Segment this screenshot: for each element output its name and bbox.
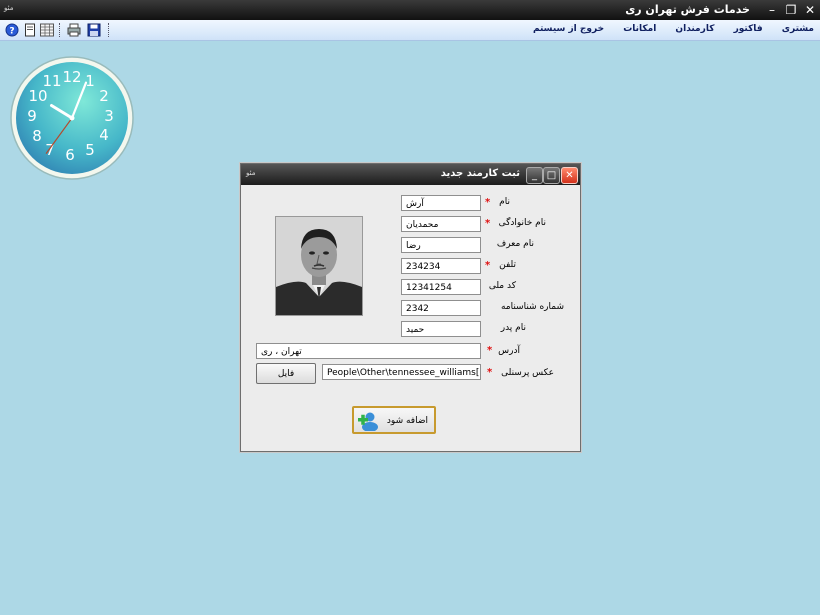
father-name-label: نام پدر xyxy=(500,323,526,333)
first-name-label: نام xyxy=(499,197,510,207)
dialog-icon: مئو xyxy=(246,169,256,177)
clock-number: 12 xyxy=(62,68,81,86)
employee-photo xyxy=(275,216,363,316)
menu-item-invoice[interactable]: فاکتور xyxy=(734,24,763,34)
new-employee-dialog: مئو ثبت کارمند جدید _ □ ✕ آرش * نام محمد… xyxy=(240,163,581,452)
restore-button[interactable]: ❐ xyxy=(783,2,799,18)
grid-icon[interactable] xyxy=(40,23,54,37)
clock-number: 9 xyxy=(27,107,37,125)
phone-input[interactable]: 234234 xyxy=(401,258,481,274)
save-icon[interactable] xyxy=(87,23,101,37)
close-button[interactable]: ✕ xyxy=(802,2,818,18)
menu-item-exit[interactable]: خروج از سیستم xyxy=(533,24,604,34)
address-label: آدرس xyxy=(498,346,520,356)
id-number-label: شماره شناسنامه xyxy=(500,302,564,312)
address-input[interactable]: تهران ، ری xyxy=(256,343,481,359)
document-icon[interactable] xyxy=(23,23,37,37)
photo-label: عکس پرسنلی xyxy=(501,368,554,378)
photo-path-input[interactable]: People\Other\tennessee_williams[1].jpg xyxy=(322,364,481,380)
clock-number: 3 xyxy=(104,107,114,125)
referrer-label: نام معرف xyxy=(496,239,534,249)
portrait-image xyxy=(276,217,362,315)
dialog-title: ثبت کارمند جدید xyxy=(440,168,520,179)
required-marker: * xyxy=(487,367,493,378)
menu-toolbar: ? مشتری فاکتور کارمندان امکانات خروج از … xyxy=(0,20,820,41)
analog-clock: 12 1 2 3 4 5 6 7 8 9 10 11 xyxy=(10,56,134,180)
dialog-title-bar: مئو ثبت کارمند جدید _ □ ✕ xyxy=(241,164,580,185)
browse-file-button[interactable]: فایل xyxy=(256,363,316,384)
clock-number: 8 xyxy=(32,127,42,145)
clock-number: 1 xyxy=(85,72,95,90)
help-icon[interactable]: ? xyxy=(5,23,19,37)
add-employee-button[interactable]: اضافه شود xyxy=(352,406,436,434)
menu-item-customer[interactable]: مشتری xyxy=(782,24,814,34)
last-name-label: نام خانوادگی xyxy=(498,218,546,228)
father-name-input[interactable]: حمید xyxy=(401,321,481,337)
app-title: خدمات فرش تهران ری xyxy=(625,3,750,16)
dialog-minimize-button[interactable]: _ xyxy=(526,167,543,184)
last-name-input[interactable]: محمدیان xyxy=(401,216,481,232)
add-employee-label: اضافه شود xyxy=(386,416,428,426)
required-marker: * xyxy=(485,197,491,208)
dialog-close-button[interactable]: ✕ xyxy=(561,167,578,184)
clock-number: 5 xyxy=(85,141,95,159)
dialog-maximize-button[interactable]: □ xyxy=(543,167,560,184)
clock-number: 2 xyxy=(99,87,109,105)
national-code-label: کد ملی xyxy=(488,281,516,291)
menu-items: مشتری فاکتور کارمندان امکانات خروج از سی… xyxy=(517,24,814,34)
id-number-input[interactable]: 2342 xyxy=(401,300,481,316)
menu-item-employees[interactable]: کارمندان xyxy=(675,24,714,34)
clock-number: 11 xyxy=(42,72,61,90)
clock-number: 4 xyxy=(99,126,109,144)
app-title-bar: مئو خدمات فرش تهران ری – ❐ ✕ xyxy=(0,0,820,20)
required-marker: * xyxy=(485,260,491,271)
clock-center xyxy=(69,115,75,121)
referrer-input[interactable]: رضا xyxy=(401,237,481,253)
minimize-button[interactable]: – xyxy=(764,2,780,18)
national-code-input[interactable]: 12341254 xyxy=(401,279,481,295)
required-marker: * xyxy=(485,218,491,229)
toolbar-separator xyxy=(59,23,60,37)
toolbar-separator xyxy=(108,23,109,37)
print-icon[interactable] xyxy=(67,23,81,37)
required-marker: * xyxy=(487,345,493,356)
app-icon: مئو xyxy=(4,4,14,12)
svg-text:?: ? xyxy=(9,27,14,37)
menu-item-facilities[interactable]: امکانات xyxy=(623,24,656,34)
add-user-icon xyxy=(358,412,378,431)
first-name-input[interactable]: آرش xyxy=(401,195,481,211)
clock-number: 6 xyxy=(65,146,75,164)
phone-label: تلفن xyxy=(499,260,516,270)
